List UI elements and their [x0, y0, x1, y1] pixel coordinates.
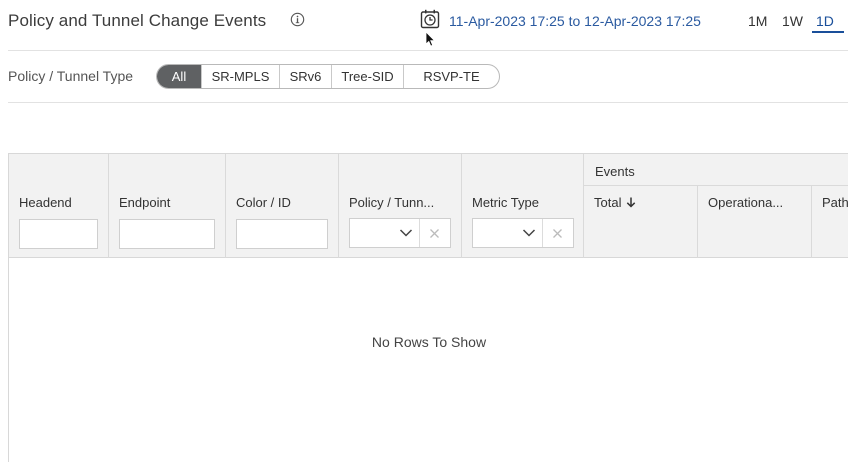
select-dropdown[interactable] — [473, 219, 543, 247]
column-label: Headend — [19, 195, 72, 210]
column-label: Path — [822, 195, 848, 210]
page-title: Policy and Tunnel Change Events — [8, 11, 267, 30]
filter-tree-sid-button[interactable]: Tree-SID — [331, 65, 403, 88]
sort-down-arrow-icon — [627, 197, 636, 208]
mouse-cursor — [425, 31, 436, 47]
column-label: Metric Type — [472, 195, 539, 210]
range-1d-button[interactable]: 1D — [812, 13, 844, 33]
table-header: Headend Endpoint Color / ID Policy / Tun… — [9, 154, 848, 258]
info-icon[interactable] — [290, 12, 305, 27]
metric-type-filter-select[interactable] — [472, 218, 574, 248]
range-1m-button[interactable]: 1M — [748, 13, 767, 29]
clear-button[interactable] — [543, 219, 573, 247]
column-operational[interactable]: Operationa... — [698, 185, 812, 258]
events-table: Headend Endpoint Color / ID Policy / Tun… — [8, 153, 848, 462]
filter-all-button[interactable]: All — [157, 65, 201, 88]
column-path[interactable]: Path — [812, 185, 848, 258]
policy-type-segmented-control: All SR-MPLS SRv6 Tree-SID RSVP-TE — [156, 64, 500, 89]
column-headend[interactable]: Headend — [9, 154, 109, 258]
clear-icon — [430, 229, 439, 238]
range-1w-button[interactable]: 1W — [782, 13, 803, 29]
empty-state-message: No Rows To Show — [371, 334, 487, 350]
column-label: Color / ID — [236, 195, 291, 210]
divider — [8, 102, 848, 103]
color-id-filter-input[interactable] — [236, 219, 328, 249]
calendar-clock-icon[interactable] — [420, 9, 440, 29]
policy-type-filter-select[interactable] — [349, 218, 451, 248]
chevron-down-icon — [522, 229, 536, 237]
headend-filter-input[interactable] — [19, 219, 98, 249]
column-group-label: Events — [595, 164, 635, 179]
endpoint-filter-input[interactable] — [119, 219, 215, 249]
clear-icon — [553, 229, 562, 238]
column-label: Policy / Tunn... — [349, 195, 435, 210]
filter-sr-mpls-button[interactable]: SR-MPLS — [201, 65, 279, 88]
select-dropdown[interactable] — [350, 219, 420, 247]
clear-button[interactable] — [420, 219, 450, 247]
divider — [8, 50, 848, 51]
column-metric-type[interactable]: Metric Type — [462, 154, 584, 258]
date-range-picker[interactable]: 11-Apr-2023 17:25 to 12-Apr-2023 17:25 — [449, 13, 701, 29]
column-label: Operationa... — [708, 195, 784, 210]
column-policy-type[interactable]: Policy / Tunn... — [339, 154, 462, 258]
column-label: Total — [594, 195, 636, 210]
filter-label: Policy / Tunnel Type — [8, 68, 134, 84]
column-endpoint[interactable]: Endpoint — [109, 154, 226, 258]
column-label: Endpoint — [119, 195, 171, 210]
filter-rsvp-te-button[interactable]: RSVP-TE — [403, 65, 499, 88]
filter-srv6-button[interactable]: SRv6 — [279, 65, 331, 88]
column-total[interactable]: Total — [584, 185, 698, 258]
chevron-down-icon — [399, 229, 413, 237]
column-color-id[interactable]: Color / ID — [226, 154, 339, 258]
events-column-group: Events Total Operationa... Path — [584, 154, 848, 258]
